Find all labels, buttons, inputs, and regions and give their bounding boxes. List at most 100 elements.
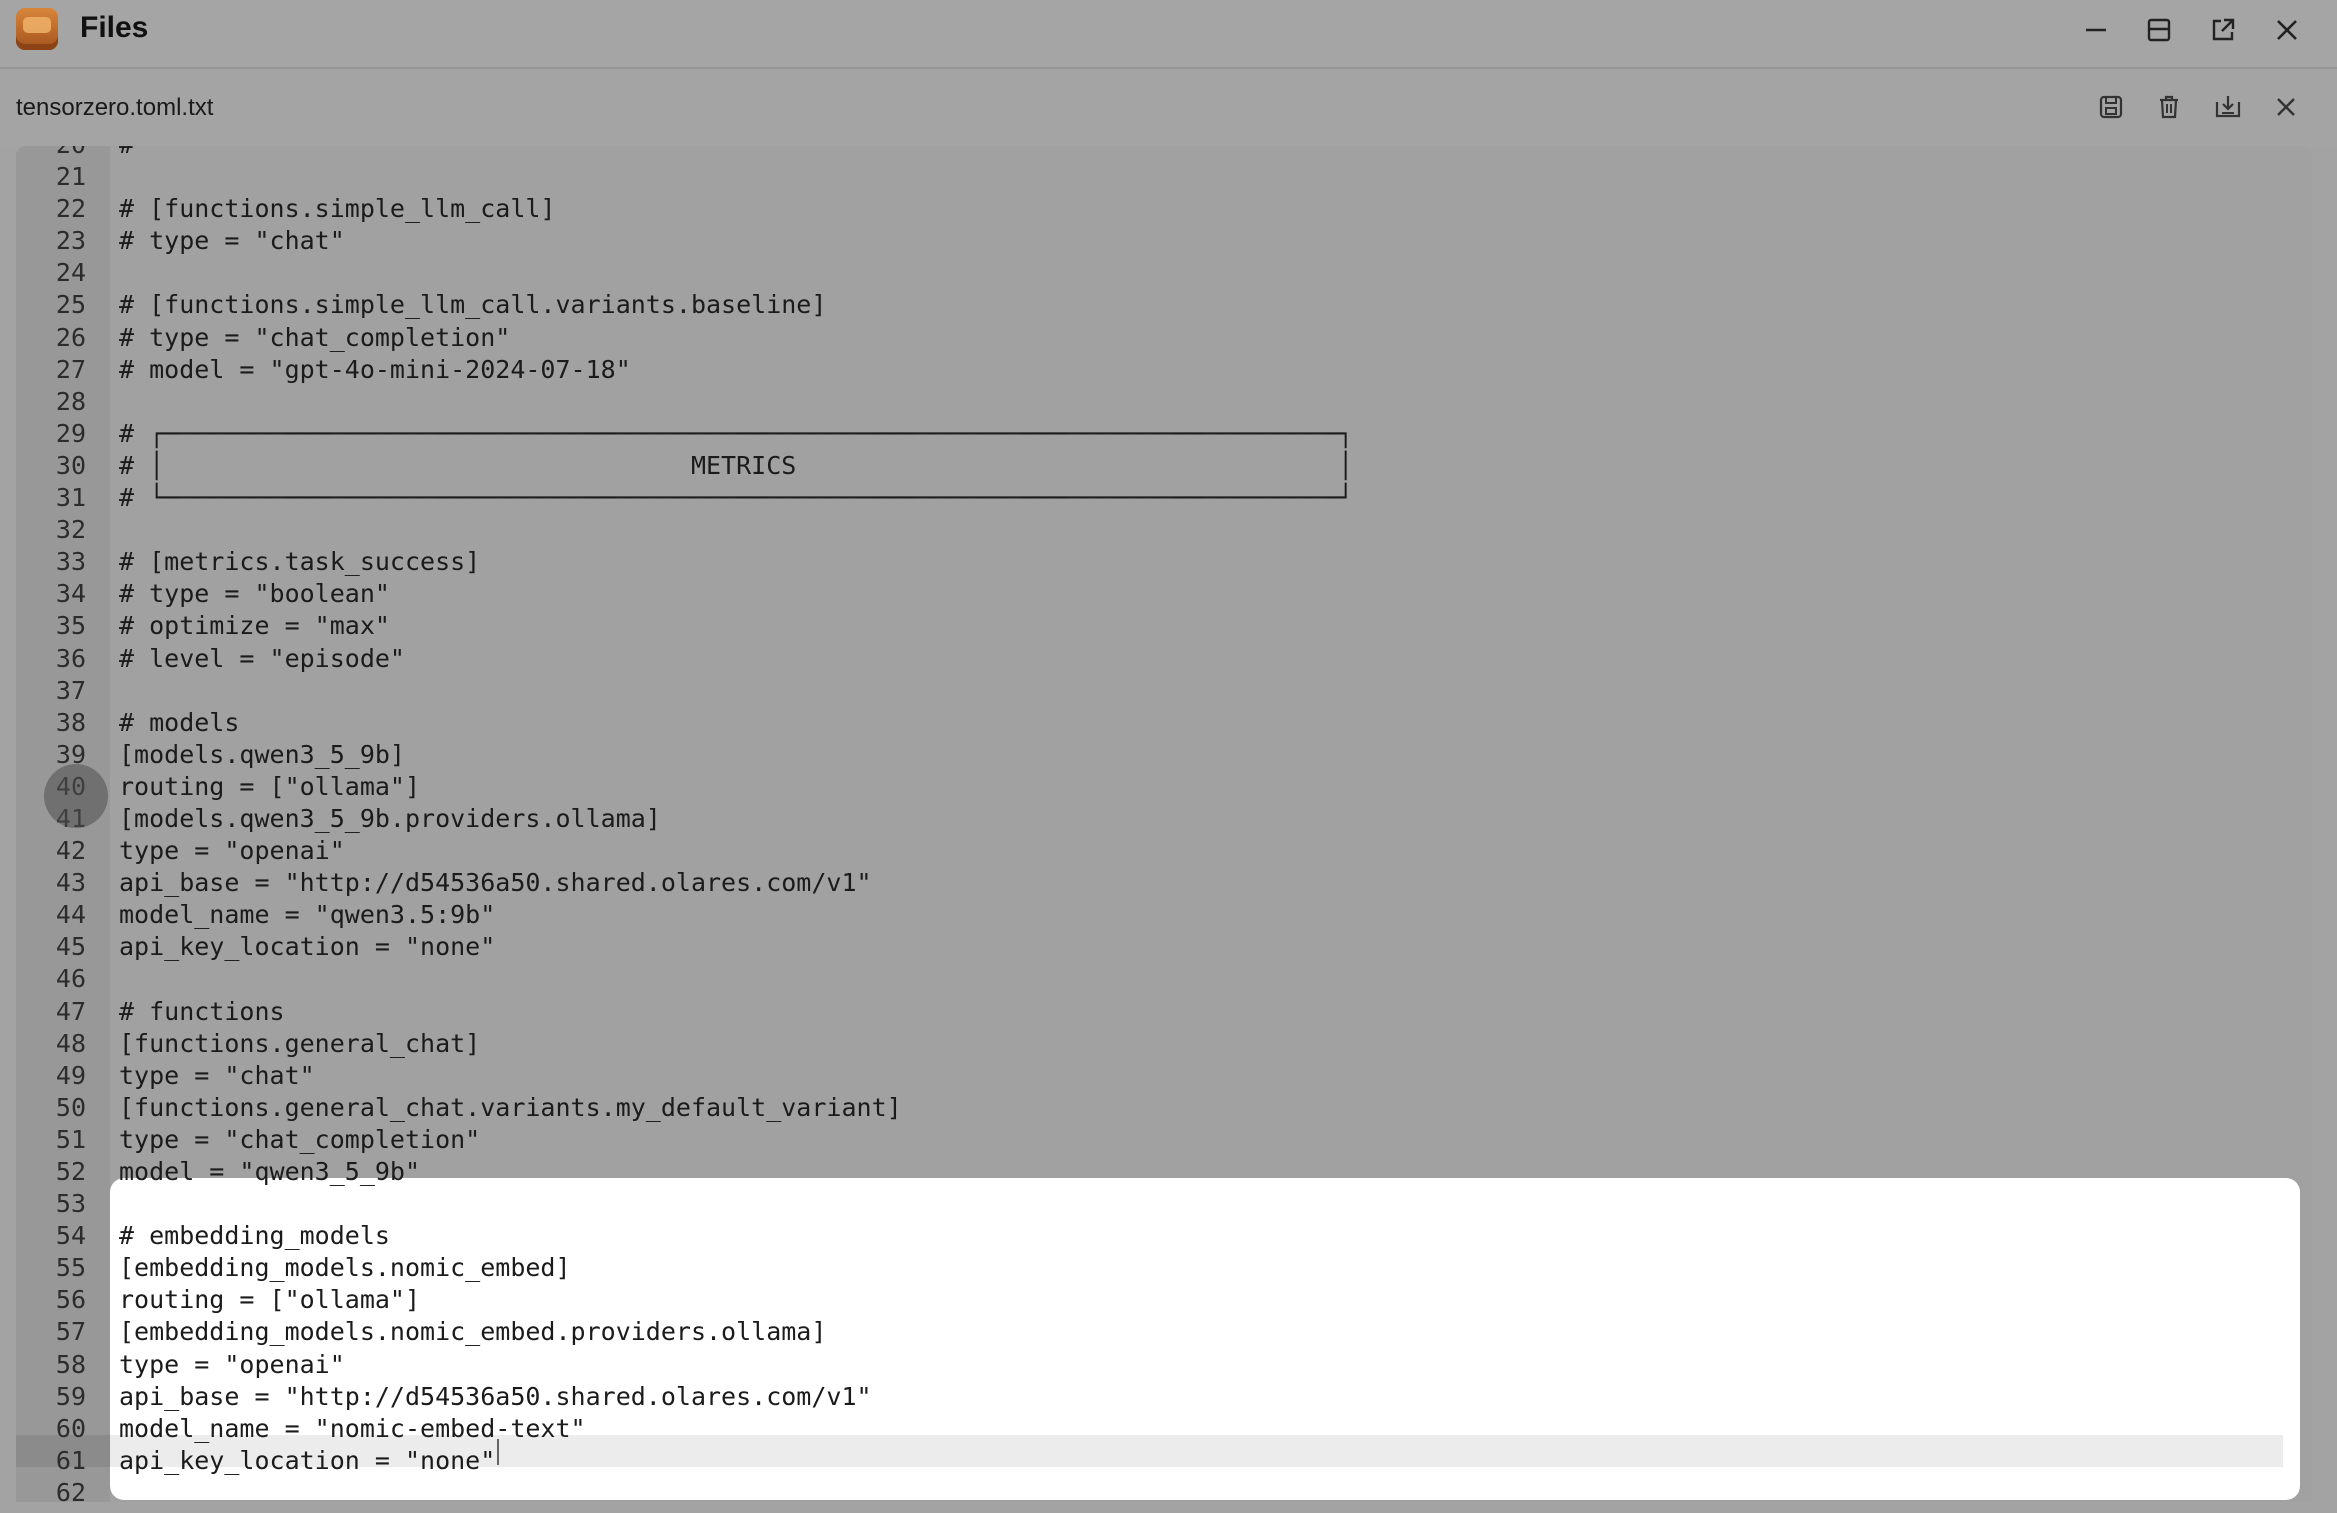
line-text[interactable]: # optimize = "max" — [119, 610, 390, 642]
code-line[interactable]: 36 # level = "episode" — [16, 643, 2312, 675]
line-text[interactable]: model = "qwen3_5_9b" — [119, 1156, 420, 1188]
line-text[interactable]: api_base = "http://d54536a50.shared.olar… — [119, 1381, 872, 1413]
code-line[interactable]: 35 # optimize = "max" — [16, 610, 2312, 642]
line-text[interactable]: # └─────────────────────────────────────… — [119, 482, 1353, 514]
line-number: 57 — [55, 1317, 86, 1347]
code-line[interactable]: 28 — [16, 386, 2312, 418]
app-title: Files — [80, 11, 149, 44]
code-line[interactable]: 21 — [16, 161, 2312, 193]
line-text[interactable]: [models.qwen3_5_9b] — [119, 739, 405, 771]
line-text[interactable]: # [functions.simple_llm_call.variants.ba… — [119, 289, 826, 321]
line-text[interactable]: # type = "boolean" — [119, 578, 390, 610]
code-line[interactable]: 60 model_name = "nomic-embed-text" — [16, 1413, 2312, 1445]
code-line[interactable]: 38 # models — [16, 707, 2312, 739]
code-line[interactable]: 53 — [16, 1188, 2312, 1220]
delete-icon[interactable] — [2151, 89, 2187, 125]
line-text[interactable]: [embedding_models.nomic_embed.providers.… — [119, 1316, 826, 1348]
code-line[interactable]: 45 api_key_location = "none" — [16, 931, 2312, 963]
line-text[interactable]: type = "openai" — [119, 1349, 345, 1381]
code-line[interactable]: 57 [embedding_models.nomic_embed.provider… — [16, 1316, 2312, 1348]
code-line[interactable]: 33 # [metrics.task_success] — [16, 546, 2312, 578]
code-line[interactable]: 31 # └───────────────────────────────────… — [16, 482, 2312, 514]
line-text[interactable]: # type = "chat" — [119, 225, 345, 257]
code-lines[interactable]: 20 #2122 # [functions.simple_llm_call] 23 # … — [16, 146, 2312, 1502]
line-text[interactable]: api_key_location = "none" — [119, 1445, 495, 1477]
code-line[interactable]: 54 # embedding_models — [16, 1220, 2312, 1252]
line-text[interactable]: # ┌─────────────────────────────────────… — [119, 418, 1353, 450]
line-text[interactable]: api_key_location = "none" — [119, 931, 495, 963]
line-number: 31 — [55, 483, 86, 513]
line-text[interactable]: model_name = "qwen3.5:9b" — [119, 899, 495, 931]
line-text[interactable]: # level = "episode" — [119, 643, 405, 675]
code-line[interactable]: 23 # type = "chat" — [16, 225, 2312, 257]
line-number: 46 — [55, 964, 86, 994]
code-line[interactable]: 50 [functions.general_chat.variants.my_de… — [16, 1092, 2312, 1124]
line-text[interactable]: # functions — [119, 996, 285, 1028]
line-number: 32 — [55, 515, 86, 545]
minimize-icon[interactable] — [2078, 12, 2114, 48]
code-line[interactable]: 27 # model = "gpt-4o-mini-2024-07-18" — [16, 354, 2312, 386]
code-line[interactable]: 29 # ┌───────────────────────────────────… — [16, 418, 2312, 450]
code-line[interactable]: 39 [models.qwen3_5_9b] — [16, 739, 2312, 771]
code-editor[interactable]: 20 #2122 # [functions.simple_llm_call] 23 # … — [16, 146, 2312, 1502]
line-text[interactable]: api_base = "http://d54536a50.shared.olar… — [119, 867, 872, 899]
code-line[interactable]: 51 type = "chat_completion" — [16, 1124, 2312, 1156]
code-line[interactable]: 22 # [functions.simple_llm_call] — [16, 193, 2312, 225]
code-line[interactable]: 37 — [16, 675, 2312, 707]
code-line[interactable]: 47 # functions — [16, 996, 2312, 1028]
line-text[interactable]: type = "chat_completion" — [119, 1124, 480, 1156]
code-line[interactable]: 44 model_name = "qwen3.5:9b" — [16, 899, 2312, 931]
code-line[interactable]: 40routing = ["ollama"] — [16, 771, 2312, 803]
code-line[interactable]: 20 # — [16, 146, 2312, 161]
code-line[interactable]: 56 routing = ["ollama"] — [16, 1284, 2312, 1316]
line-text[interactable]: [embedding_models.nomic_embed] — [119, 1252, 571, 1284]
line-number: 55 — [55, 1253, 86, 1283]
code-line[interactable]: 58 type = "openai" — [16, 1349, 2312, 1381]
line-text[interactable]: type = "chat" — [119, 1060, 315, 1092]
line-text[interactable]: [models.qwen3_5_9b.providers.ollama] — [119, 803, 661, 835]
line-text[interactable]: # models — [119, 707, 239, 739]
code-line[interactable]: 48 [functions.general_chat] — [16, 1028, 2312, 1060]
line-number: 28 — [55, 386, 86, 416]
code-line[interactable]: 34 # type = "boolean" — [16, 578, 2312, 610]
code-line[interactable]: 52 model = "qwen3_5_9b" — [16, 1156, 2312, 1188]
line-text[interactable]: # embedding_models — [119, 1220, 390, 1252]
line-text[interactable]: # type = "chat_completion" — [119, 322, 510, 354]
code-line[interactable]: 24 — [16, 257, 2312, 289]
line-text[interactable]: # — [119, 146, 134, 161]
close-file-icon[interactable] — [2268, 89, 2304, 125]
code-line[interactable]: 41[models.qwen3_5_9b.providers.ollama] — [16, 803, 2312, 835]
line-number: 43 — [55, 868, 86, 898]
line-text[interactable]: type = "openai" — [119, 835, 345, 867]
code-line[interactable]: 43 api_base = "http://d54536a50.shared.ol… — [16, 867, 2312, 899]
text-cursor — [497, 1439, 499, 1465]
line-text[interactable]: # model = "gpt-4o-mini-2024-07-18" — [119, 354, 631, 386]
save-icon[interactable] — [2093, 89, 2129, 125]
line-number: 26 — [55, 322, 86, 352]
line-text[interactable]: # [metrics.task_success] — [119, 546, 480, 578]
close-window-icon[interactable] — [2269, 12, 2305, 48]
code-line[interactable]: 42 type = "openai" — [16, 835, 2312, 867]
code-line[interactable]: 46 — [16, 963, 2312, 995]
line-number: 20 — [16, 146, 86, 161]
download-icon[interactable] — [2210, 89, 2246, 125]
line-text[interactable]: routing = ["ollama"] — [119, 1284, 420, 1316]
code-line[interactable]: 30 # │ METRICS │ — [16, 450, 2312, 482]
code-line[interactable]: 32 — [16, 514, 2312, 546]
code-line[interactable]: 49 type = "chat" — [16, 1060, 2312, 1092]
line-text[interactable]: # [functions.simple_llm_call] — [119, 193, 556, 225]
code-line[interactable]: 55 [embedding_models.nomic_embed] — [16, 1252, 2312, 1284]
code-line[interactable]: 59 api_base = "http://d54536a50.shared.ol… — [16, 1381, 2312, 1413]
line-text[interactable]: routing = ["ollama"] — [119, 771, 420, 803]
line-text[interactable]: [functions.general_chat] — [119, 1028, 480, 1060]
line-text[interactable]: [functions.general_chat.variants.my_defa… — [119, 1092, 902, 1124]
popout-icon[interactable] — [2205, 12, 2241, 48]
code-line[interactable]: 61 api_key_location = "none" — [16, 1445, 2312, 1477]
line-number: 49 — [55, 1060, 86, 1090]
code-line[interactable]: 26 # type = "chat_completion" — [16, 322, 2312, 354]
code-line[interactable]: 62 — [16, 1477, 2312, 1502]
code-line[interactable]: 25 # [functions.simple_llm_call.variants.… — [16, 289, 2312, 321]
maximize-icon[interactable] — [2141, 12, 2177, 48]
line-text[interactable]: # │ METRICS │ — [119, 450, 1353, 482]
line-text[interactable]: model_name = "nomic-embed-text" — [119, 1413, 586, 1445]
